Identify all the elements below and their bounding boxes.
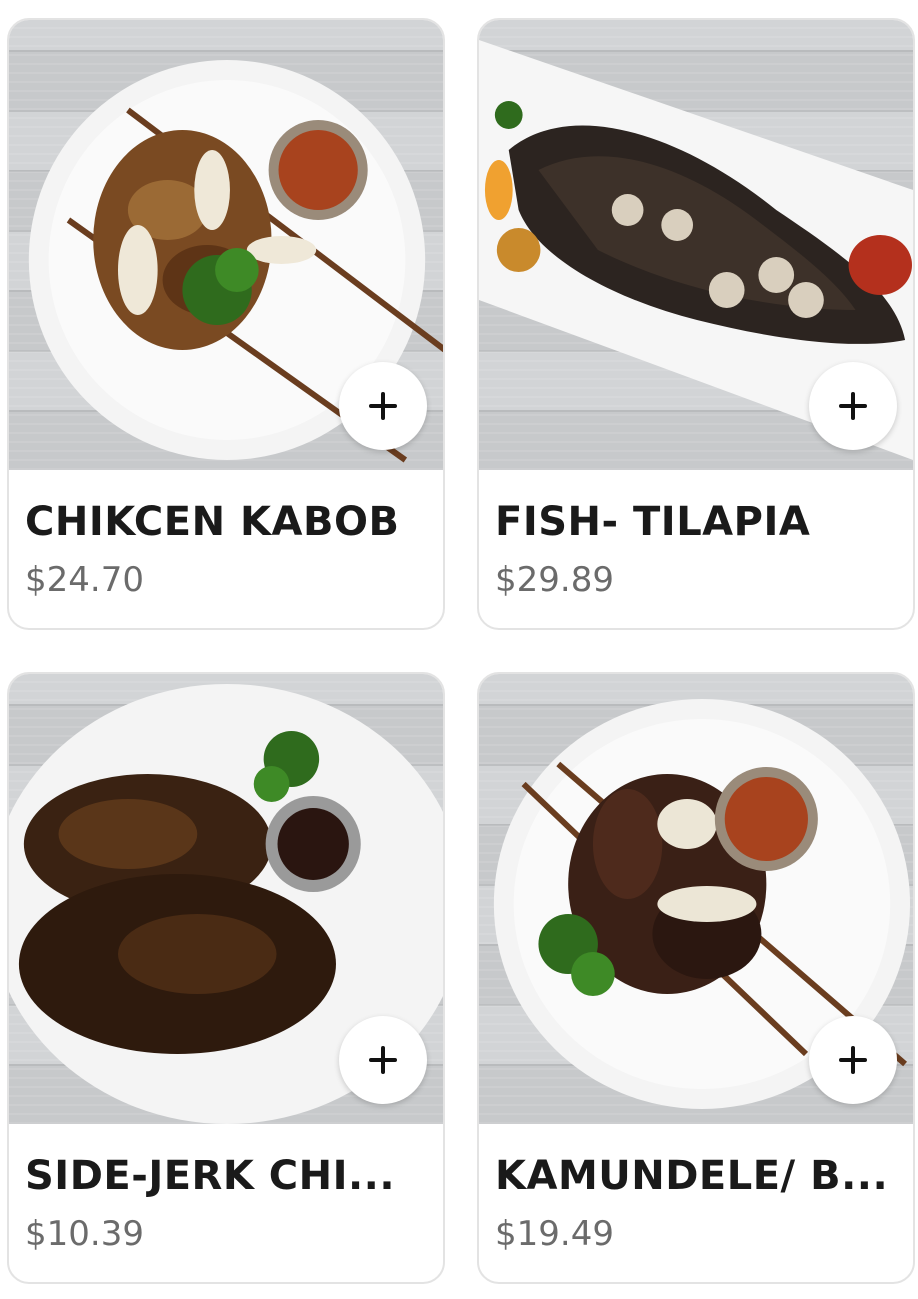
fish-tilapia-image[interactable] bbox=[479, 20, 913, 470]
add-to-cart-button[interactable] bbox=[809, 1016, 897, 1104]
menu-item-card[interactable]: KAMUNDELE/ B... $19.49 bbox=[477, 672, 915, 1284]
menu-item-card[interactable]: SIDE-JERK CHI... $10.39 bbox=[7, 672, 445, 1284]
chicken-kabob-image[interactable] bbox=[9, 20, 443, 470]
add-to-cart-button[interactable] bbox=[339, 1016, 427, 1104]
plus-icon bbox=[839, 1046, 867, 1074]
item-name: SIDE-JERK CHI... bbox=[25, 1153, 396, 1199]
item-name: KAMUNDELE/ B... bbox=[495, 1153, 889, 1199]
add-to-cart-button[interactable] bbox=[809, 362, 897, 450]
item-price: $19.49 bbox=[495, 1214, 614, 1254]
plus-icon bbox=[369, 1046, 397, 1074]
item-price: $10.39 bbox=[25, 1214, 144, 1254]
jerk-chicken-image[interactable] bbox=[9, 674, 443, 1124]
item-price: $24.70 bbox=[25, 560, 144, 600]
plus-icon bbox=[839, 392, 867, 420]
item-price: $29.89 bbox=[495, 560, 614, 600]
add-to-cart-button[interactable] bbox=[339, 362, 427, 450]
plus-icon bbox=[369, 392, 397, 420]
item-name: CHIKCEN KABOB bbox=[25, 499, 400, 545]
beef-skewers-image[interactable] bbox=[479, 674, 913, 1124]
menu-item-card[interactable]: FISH- TILAPIA $29.89 bbox=[477, 18, 915, 630]
item-name: FISH- TILAPIA bbox=[495, 499, 811, 545]
menu-item-card[interactable]: CHIKCEN KABOB $24.70 bbox=[7, 18, 445, 630]
